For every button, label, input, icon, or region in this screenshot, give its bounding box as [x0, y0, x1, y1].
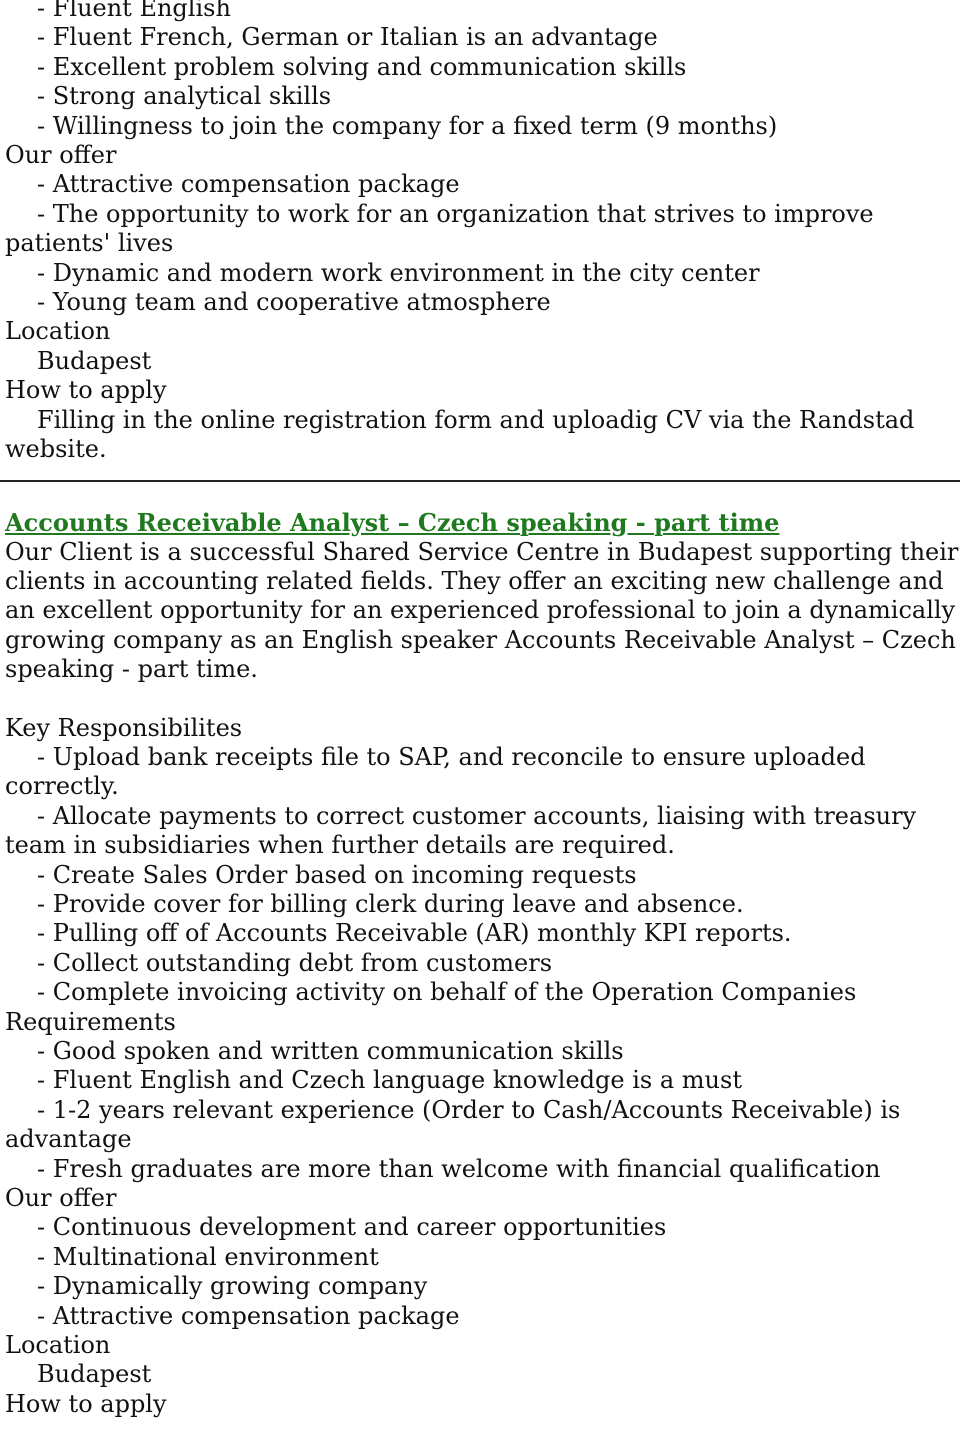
list-item: - Strong analytical skills — [37, 82, 332, 111]
list-item: - Dynamically growing company — [37, 1272, 428, 1301]
list-item: - Fresh graduates are more than welcome … — [37, 1154, 881, 1183]
offer-heading: Our offer — [5, 1184, 117, 1213]
list-item: - Provide cover for billing clerk during… — [37, 889, 744, 918]
list-item: - Excellent problem solving and communic… — [37, 52, 687, 81]
job-intro: Our Client is a successful Shared Servic… — [5, 537, 959, 684]
list-item: - Complete invoicing activity on behalf … — [37, 978, 857, 1007]
list-item: - Multinational environment — [37, 1242, 379, 1271]
list-item: - Good spoken and written communication … — [37, 1037, 624, 1065]
location-value: Budapest — [37, 346, 152, 375]
location-heading: Location — [5, 317, 111, 346]
list-item: - Attractive compensation package — [37, 170, 460, 199]
apply-text: Filling in the online registration form … — [5, 405, 923, 464]
list-item: - Fluent French, German or Italian is an… — [37, 23, 658, 52]
responsibilities-heading: Key Responsibilites — [5, 713, 243, 742]
apply-heading: How to apply — [5, 1389, 167, 1418]
list-item: - Attractive compensation package — [37, 1301, 460, 1330]
list-item: - Continuous development and career oppo… — [37, 1213, 667, 1242]
list-item: - Collect outstanding debt from customer… — [37, 948, 553, 977]
list-item: - Fluent English and Czech language know… — [37, 1066, 742, 1095]
offer-heading: Our offer — [5, 141, 117, 170]
list-item: - Fluent English — [37, 0, 231, 22]
list-item: - Dynamic and modern work environment in… — [37, 258, 760, 287]
previous-job-requirements: - Fluent English - Fluent French, German… — [5, 0, 960, 141]
list-item: - Pulling off of Accounts Receivable (AR… — [37, 919, 792, 948]
list-item: - 1-2 years relevant experience (Order t… — [5, 1095, 908, 1154]
apply-heading: How to apply — [5, 376, 167, 405]
list-item: - Allocate payments to correct customer … — [5, 801, 924, 860]
job-listing-document: - Fluent English - Fluent French, German… — [0, 0, 960, 1419]
job-title-link[interactable]: Accounts Receivable Analyst – Czech spea… — [5, 508, 960, 538]
list-item: - Create Sales Order based on incoming r… — [37, 860, 637, 889]
list-item: - The opportunity to work for an organiz… — [5, 199, 882, 258]
list-item: - Upload bank receipts file to SAP, and … — [5, 742, 874, 801]
section-divider — [0, 479, 960, 482]
location-value: Budapest — [37, 1360, 152, 1389]
requirements-heading: Requirements — [5, 1007, 176, 1036]
list-item: - Young team and cooperative atmosphere — [37, 288, 551, 317]
list-item: - Willingness to join the company for a … — [37, 111, 778, 140]
location-heading: Location — [5, 1331, 111, 1360]
